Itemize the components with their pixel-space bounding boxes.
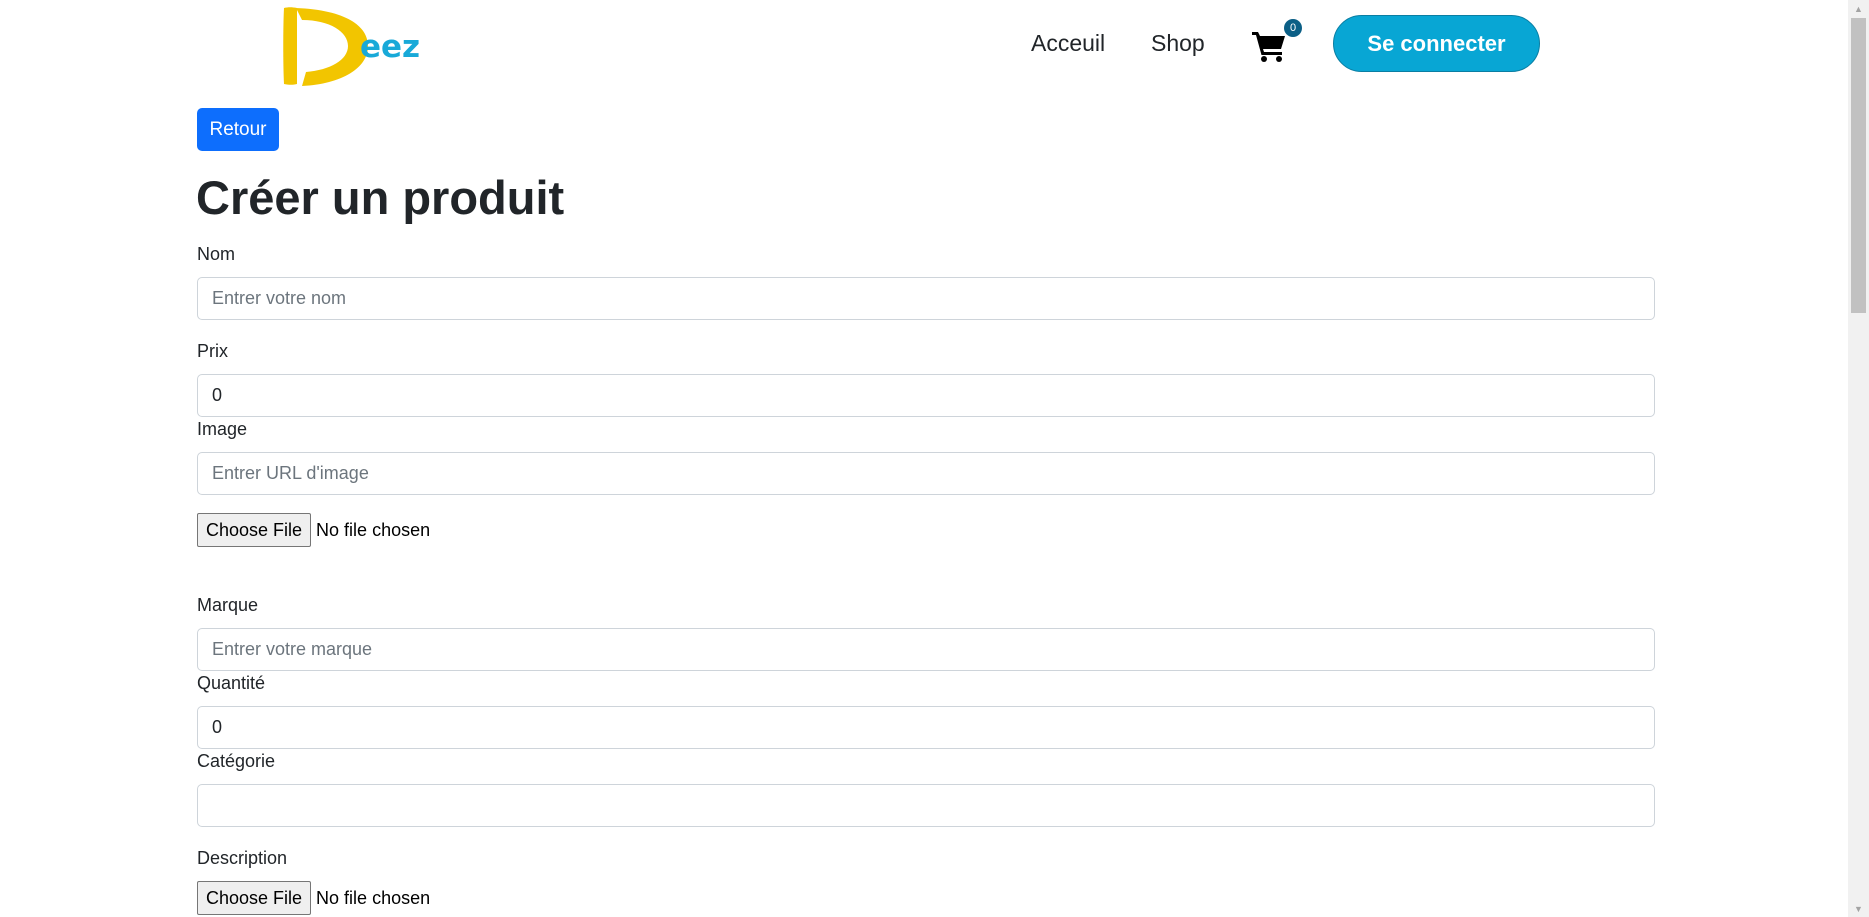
deez-logo-image: eez	[283, 7, 420, 86]
page-title: Créer un produit	[196, 171, 565, 224]
image-label: Image	[197, 419, 248, 439]
shopping-cart-icon	[1252, 32, 1285, 62]
description-choose-file-button[interactable]: Choose File	[197, 881, 312, 915]
category-label: Catégorie	[197, 751, 276, 771]
price-input[interactable]	[197, 374, 1655, 417]
scrollbar-thumb[interactable]	[1851, 18, 1866, 313]
back-button[interactable]: Retour	[197, 108, 279, 151]
vertical-scrollbar[interactable]: ▲ ▼	[1848, 0, 1869, 917]
scroll-up-arrow-icon[interactable]: ▲	[1848, 0, 1869, 17]
price-label: Prix	[197, 341, 228, 361]
description-file-picker: Choose File No file chosen	[197, 881, 430, 915]
brand-input[interactable]	[197, 628, 1655, 671]
scroll-down-arrow-icon[interactable]: ▼	[1848, 900, 1869, 917]
navbar: eez Acceuil Shop 0 Se connecter	[0, 0, 1848, 92]
description-file-status: No file chosen	[316, 887, 431, 908]
image-file-picker: Choose File No file chosen	[197, 513, 430, 547]
quantity-label: Quantité	[197, 673, 266, 693]
cart-count-badge: 0	[1284, 19, 1302, 37]
nav-link-shop[interactable]: Shop	[1151, 30, 1205, 57]
login-button[interactable]: Se connecter	[1333, 15, 1540, 72]
quantity-input[interactable]	[197, 706, 1655, 749]
image-url-input[interactable]	[197, 452, 1655, 495]
cart-button[interactable]: 0	[1252, 19, 1302, 64]
deez-logo[interactable]: eez	[280, 6, 426, 86]
nav-link-acceuil[interactable]: Acceuil	[1031, 30, 1105, 57]
name-label: Nom	[197, 244, 236, 264]
svg-text:eez: eez	[360, 29, 420, 65]
name-input[interactable]	[197, 277, 1655, 320]
description-label: Description	[197, 848, 288, 868]
image-file-status: No file chosen	[316, 519, 431, 540]
brand-label: Marque	[197, 595, 259, 615]
image-choose-file-button[interactable]: Choose File	[197, 513, 312, 547]
category-input[interactable]	[197, 784, 1655, 827]
